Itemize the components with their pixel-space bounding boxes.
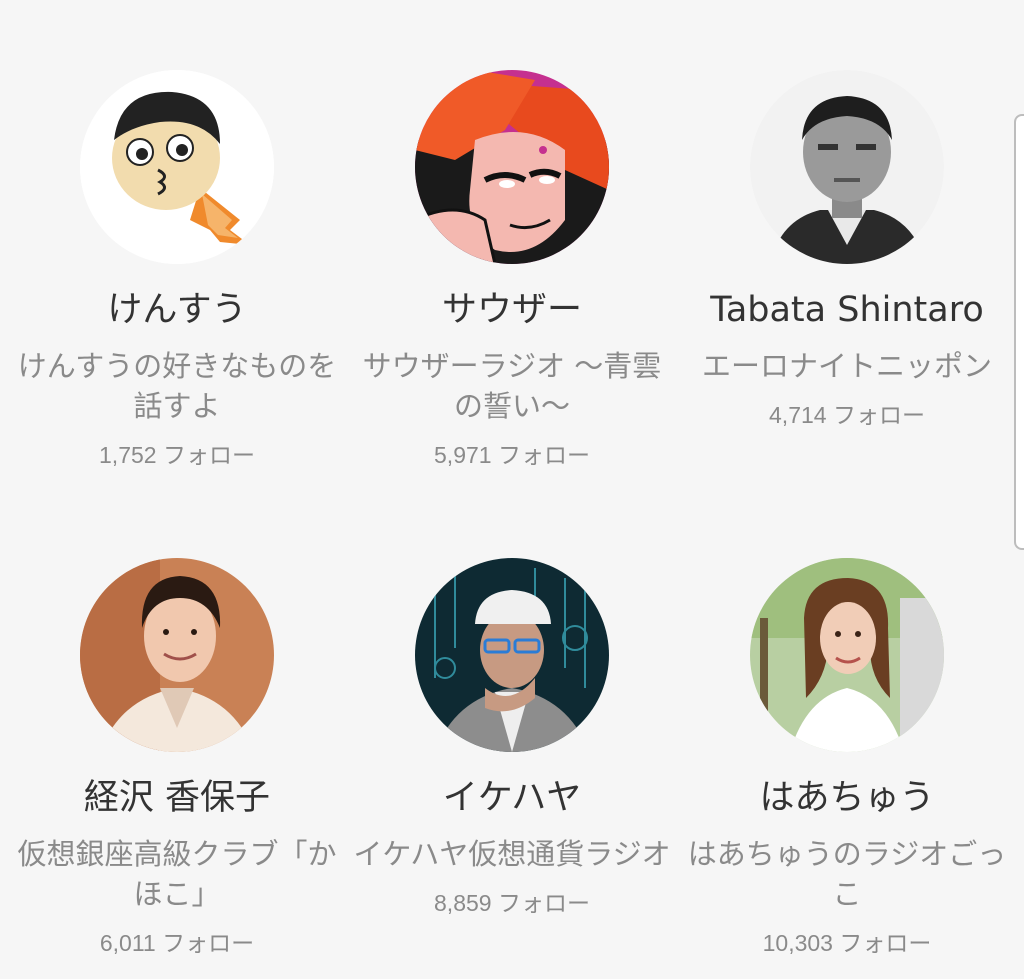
follower-count: 10,303 フォロー (762, 930, 932, 956)
manga-character-avatar-icon (415, 70, 609, 264)
program-title: はあちゅうのラジオごっこ (687, 837, 1007, 911)
man-bw-photo-avatar-icon (750, 70, 944, 264)
woman-street-photo-avatar-icon (750, 558, 944, 752)
channel-card-souther[interactable]: サウザー サウザーラジオ 〜青雲の誓い〜 5,971 フォロー (347, 70, 677, 470)
program-title: けんすうの好きなものを話すよ (17, 349, 337, 423)
program-title: エーロナイトニッポン (701, 349, 992, 383)
channel-name: けんすう (107, 290, 247, 330)
channel-card-ikehaya[interactable]: イケハヤ イケハヤ仮想通貨ラジオ 8,859 フォロー (347, 558, 677, 918)
follower-count: 1,752 フォロー (99, 442, 255, 468)
channel-name: はあちゅう (759, 778, 935, 818)
scrollbar[interactable] (1014, 114, 1024, 550)
man-cap-glasses-avatar-icon (415, 558, 609, 752)
follower-count: 5,971 フォロー (434, 442, 590, 468)
channel-grid: けんすう けんすうの好きなものを話すよ 1,752 フォロー サウザー サウザー… (0, 0, 1024, 979)
channel-name: サウザー (441, 290, 582, 330)
avatar[interactable] (750, 70, 944, 264)
follower-count: 4,714 フォロー (769, 402, 925, 428)
channel-card-tabata[interactable]: Tabata Shintaro エーロナイトニッポン 4,714 フォロー (682, 70, 1012, 430)
woman-kimono-photo-avatar-icon (80, 558, 274, 752)
channel-card-haachu[interactable]: はあちゅう はあちゅうのラジオごっこ 10,303 フォロー (682, 558, 1012, 958)
avatar[interactable] (80, 558, 274, 752)
channel-name: イケハヤ (442, 778, 582, 818)
avatar[interactable] (415, 558, 609, 752)
channel-card-tsunezawa[interactable]: 経沢 香保子 仮想銀座高級クラブ「かほこ」 6,011 フォロー (12, 558, 342, 958)
avatar[interactable] (415, 70, 609, 264)
avatar[interactable] (80, 70, 274, 264)
avatar[interactable] (750, 558, 944, 752)
program-title: イケハヤ仮想通貨ラジオ (353, 837, 671, 871)
cartoon-face-avatar-icon (80, 70, 274, 264)
follower-count: 8,859 フォロー (434, 890, 590, 916)
channel-name: Tabata Shintaro (710, 290, 984, 330)
channel-name: 経沢 香保子 (83, 778, 271, 818)
channel-card-kensuu[interactable]: けんすう けんすうの好きなものを話すよ 1,752 フォロー (12, 70, 342, 470)
program-title: サウザーラジオ 〜青雲の誓い〜 (362, 349, 662, 423)
follower-count: 6,011 フォロー (99, 930, 255, 956)
program-title: 仮想銀座高級クラブ「かほこ」 (17, 837, 337, 911)
